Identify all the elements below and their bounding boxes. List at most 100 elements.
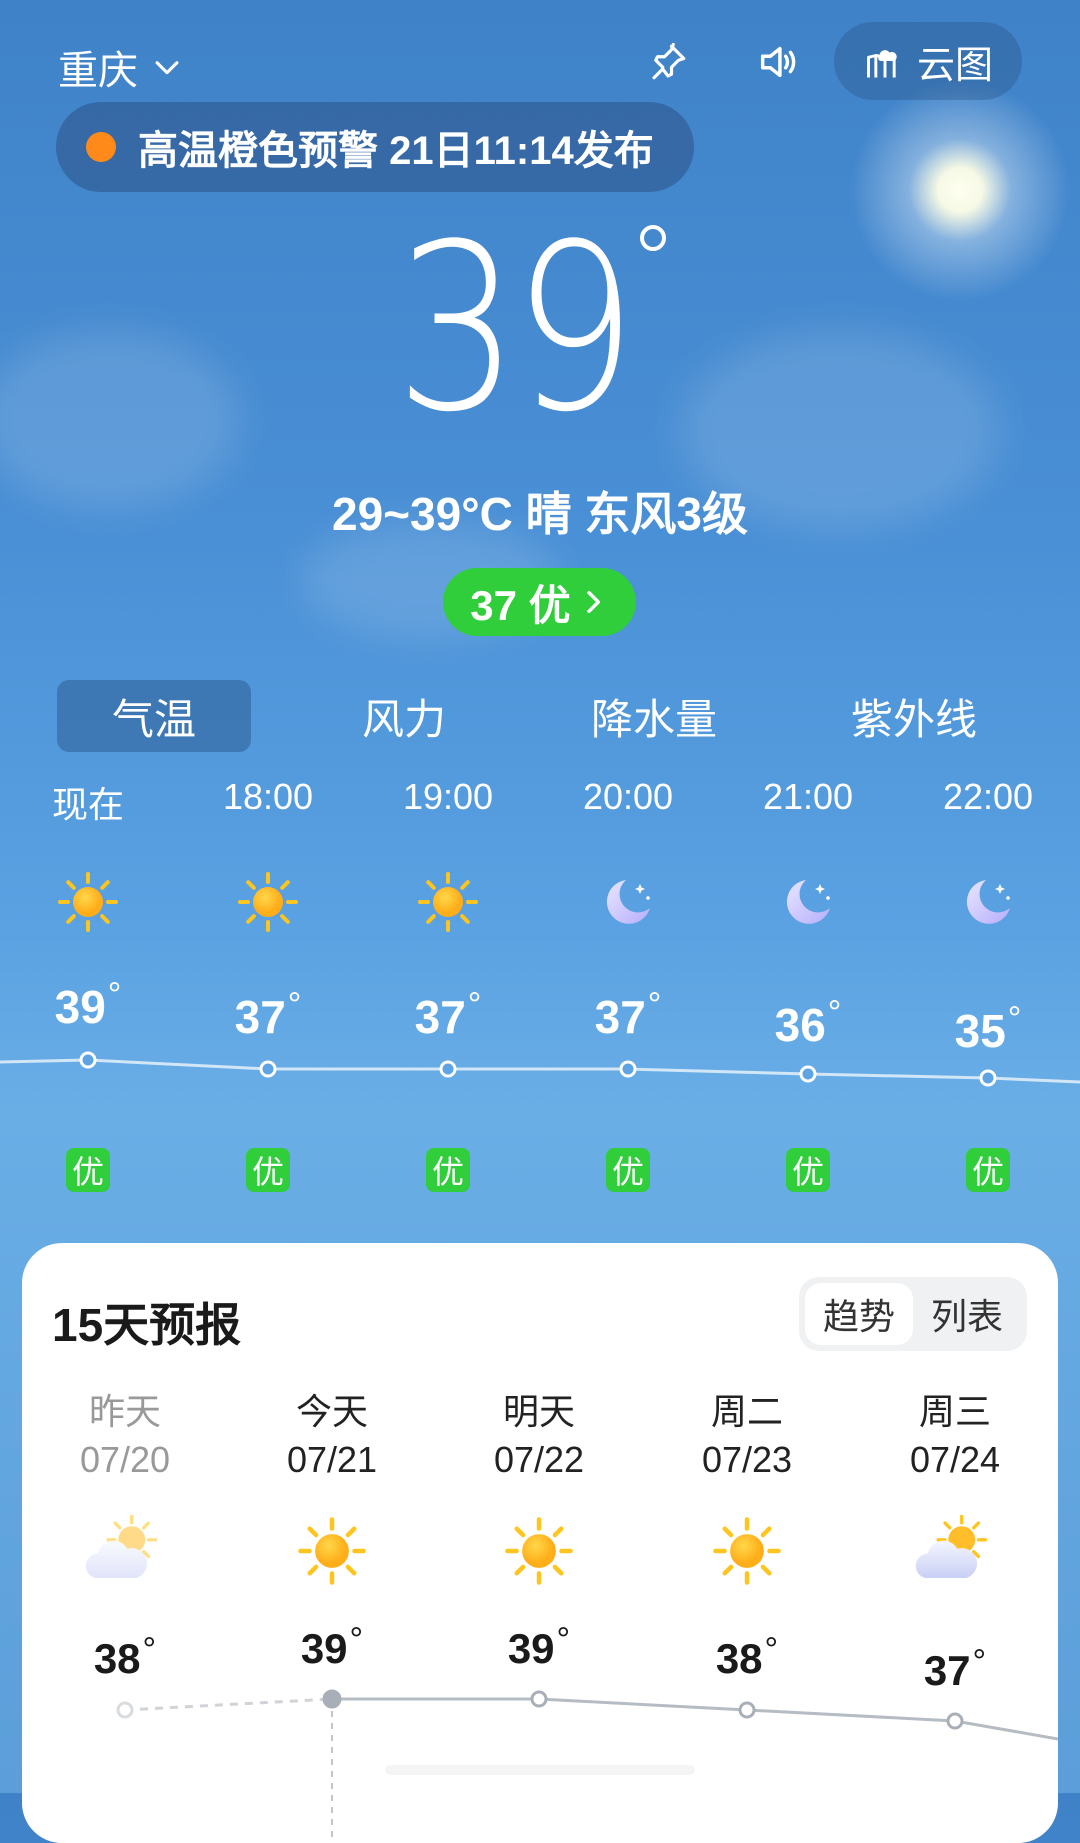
- hour-temperature: 36°: [748, 994, 868, 1052]
- temperature-point: [79, 1051, 97, 1069]
- hour-temp-value: 36: [774, 999, 826, 1051]
- speaker-icon: [760, 46, 796, 78]
- hour-aqi: 优: [28, 1148, 148, 1192]
- sun-icon: [672, 1515, 822, 1595]
- daily-temp-point: [322, 1689, 342, 1709]
- day-name: 昨天: [88, 1391, 161, 1432]
- aqi-badge: 优: [786, 1148, 830, 1192]
- sun-icon: [28, 870, 148, 934]
- moon-icon: [748, 870, 868, 934]
- heat-warning-banner[interactable]: 高温橙色预警 21日11:14发布: [56, 102, 694, 192]
- tab-precipitation[interactable]: 降水量: [557, 680, 751, 752]
- hour-aqi: 优: [388, 1148, 508, 1192]
- tab-label: 紫外线: [850, 695, 977, 743]
- hour-aqi: 优: [928, 1148, 1048, 1192]
- hour-aqi: 优: [568, 1148, 688, 1192]
- day-high-temperature: 38°: [672, 1631, 822, 1683]
- warning-text: 高温橙色预警 21日11:14发布: [138, 129, 654, 173]
- moon-icon: [568, 870, 688, 934]
- degree-symbol: °: [1007, 1000, 1022, 1038]
- tab-label: 降水量: [590, 695, 717, 743]
- city-selector[interactable]: 重庆: [58, 38, 184, 96]
- hour-time: 20:00: [582, 776, 674, 817]
- chevron-right-icon: [586, 590, 600, 614]
- speaker-button[interactable]: [754, 38, 802, 86]
- hour-temperature: 35°: [928, 1000, 1048, 1058]
- forecast-card: 15天预报 趋势 列表 昨天 07/20 38° 今天 07/21 39° 明天 07/22…: [22, 1243, 1058, 1843]
- day-high-temperature: 39°: [464, 1621, 614, 1673]
- daily-temp-point: [738, 1701, 756, 1719]
- day-high-temperature: 38°: [50, 1631, 200, 1683]
- pin-button[interactable]: [644, 38, 692, 86]
- hour-temp-value: 39: [54, 981, 106, 1033]
- pin-icon: [652, 42, 686, 80]
- day-high-temperature: 37°: [880, 1643, 1030, 1695]
- hour-temp-value: 37: [234, 991, 286, 1043]
- daily-temp-point: [116, 1701, 134, 1719]
- degree-symbol: °: [827, 994, 842, 1032]
- hour-aqi: 优: [208, 1148, 328, 1192]
- degree-symbol: °: [764, 1631, 779, 1669]
- day-date: 07/20: [79, 1439, 171, 1480]
- chevron-down-icon: [155, 61, 179, 75]
- tab-temperature[interactable]: 气温: [57, 680, 251, 752]
- degree-symbol: °: [647, 986, 662, 1024]
- cloud-map-label: 云图: [916, 44, 993, 87]
- hour-temperature: 37°: [208, 986, 328, 1044]
- future-trend-line: [332, 1697, 1058, 1741]
- aqi-badge: 优: [66, 1148, 110, 1192]
- sun-icon: [464, 1515, 614, 1595]
- warning-dot-icon: [86, 132, 116, 162]
- day-temp-value: 38: [93, 1635, 141, 1682]
- city-name: 重庆: [58, 49, 138, 93]
- cloud-map-icon: [867, 50, 897, 78]
- hour-time: 21:00: [762, 776, 854, 817]
- aqi-badge: 优: [966, 1148, 1010, 1192]
- day-temp-value: 39: [507, 1625, 555, 1672]
- forecast-title: 15天预报: [52, 1299, 242, 1351]
- home-indicator: [385, 1765, 695, 1775]
- partly-cloudy-icon: [880, 1514, 1030, 1595]
- hour-temperature: 39°: [28, 976, 148, 1034]
- hour-temperature: 37°: [568, 986, 688, 1044]
- aqi-button[interactable]: 37 优: [443, 568, 636, 636]
- degree-symbol: °: [556, 1621, 571, 1659]
- aqi-badge: 优: [606, 1148, 650, 1192]
- list-toggle-button[interactable]: 列表: [913, 1283, 1021, 1345]
- view-toggle: 趋势 列表: [799, 1277, 1027, 1351]
- day-name: 今天: [295, 1391, 368, 1432]
- tab-uv[interactable]: 紫外线: [817, 680, 1011, 752]
- current-temperature: 39: [395, 196, 637, 463]
- day-temp-value: 38: [715, 1635, 763, 1682]
- temperature-point: [979, 1069, 997, 1087]
- day-date: 07/23: [701, 1439, 793, 1480]
- tab-label: 风力: [361, 695, 446, 743]
- trend-toggle-button[interactable]: 趋势: [805, 1283, 913, 1345]
- aqi-label: 37 优: [470, 581, 571, 629]
- past-trend-line: [124, 1697, 333, 1712]
- hour-time: 18:00: [222, 776, 314, 817]
- degree-symbol: °: [287, 986, 302, 1024]
- daily-temp-point: [530, 1690, 548, 1708]
- cloud-map-button[interactable]: 云图: [834, 22, 1022, 100]
- temperature-point: [619, 1060, 637, 1078]
- hour-time: 22:00: [942, 776, 1034, 817]
- degree-symbol: °: [972, 1643, 987, 1681]
- partly-cloudy-icon: [50, 1514, 200, 1595]
- day-date: 07/24: [909, 1439, 1001, 1480]
- hour-temp-value: 37: [414, 991, 466, 1043]
- tab-label: 气温: [111, 695, 196, 743]
- moon-icon: [928, 870, 1048, 934]
- tab-wind[interactable]: 风力: [307, 680, 501, 752]
- degree-symbol: °: [142, 1631, 157, 1669]
- hour-time: 现在: [51, 784, 124, 825]
- degree-symbol: °: [467, 986, 482, 1024]
- day-name: 明天: [502, 1391, 575, 1432]
- sun-icon: [388, 870, 508, 934]
- aqi-badge: 优: [426, 1148, 470, 1192]
- temperature-point: [439, 1060, 457, 1078]
- sun-icon: [208, 870, 328, 934]
- aqi-badge: 优: [246, 1148, 290, 1192]
- day-name: 周二: [710, 1391, 783, 1432]
- day-date: 07/22: [493, 1439, 585, 1480]
